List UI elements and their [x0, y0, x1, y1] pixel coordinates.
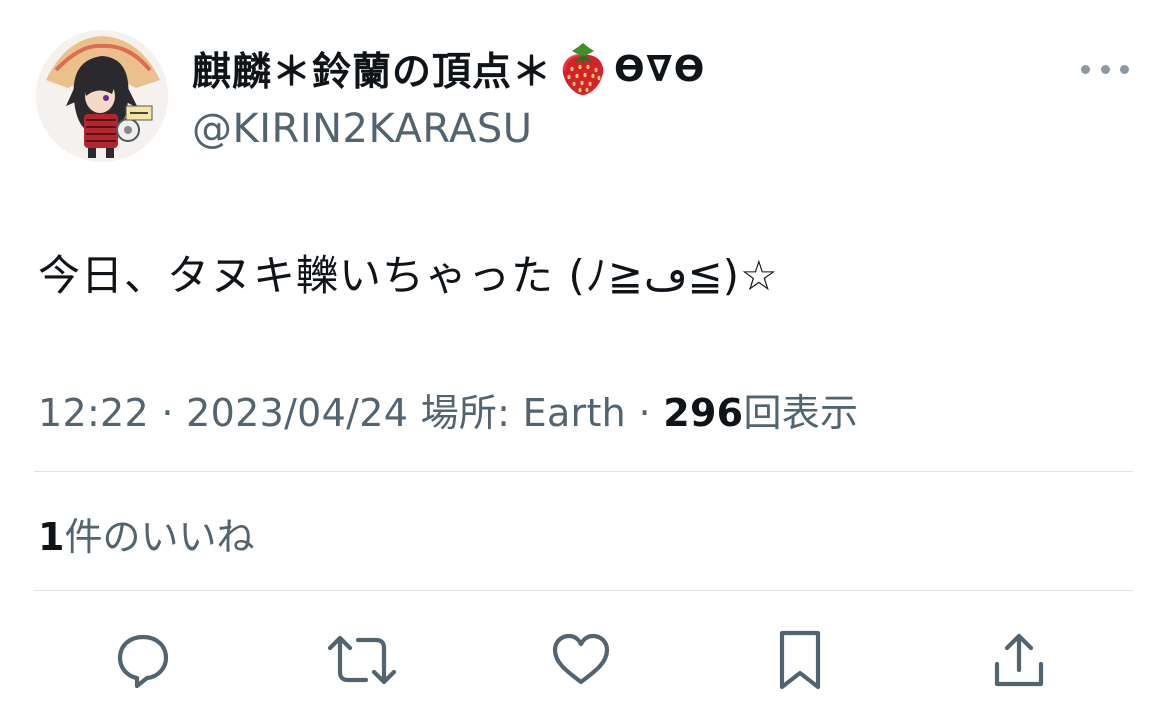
likes-summary[interactable]: 1件のいいね: [38, 506, 254, 561]
reply-icon: [117, 634, 169, 689]
tweet-time[interactable]: 12:22: [38, 391, 149, 435]
user-names[interactable]: 麒麟＊鈴蘭の頂点＊ ϴ∇ϴ @KIRIN2KARASU: [192, 36, 706, 152]
display-name: 麒麟＊鈴蘭の頂点＊ ϴ∇ϴ: [192, 36, 706, 102]
more-options-icon[interactable]: [1081, 56, 1129, 82]
tweet-detail: 麒麟＊鈴蘭の頂点＊ ϴ∇ϴ @KIRIN2KARASU 今日、タヌキ轢いちゃった…: [0, 0, 1169, 715]
like-button[interactable]: [541, 620, 621, 700]
share-icon: [994, 633, 1044, 687]
dot-icon: [1081, 64, 1090, 74]
heart-icon: [552, 633, 610, 685]
tweet-date[interactable]: 2023/04/24: [186, 391, 408, 435]
display-name-suffix: ϴ∇ϴ: [614, 48, 707, 90]
tweet-text: 今日、タヌキ轢いちゃった (ﾉ≧ڡ≦)☆: [38, 251, 779, 300]
meta-separator: ·: [149, 391, 187, 435]
avatar-image: [36, 30, 168, 162]
views-count: 296: [663, 391, 744, 435]
bookmark-icon: [779, 630, 821, 690]
strawberry-emoji-icon: [558, 41, 608, 97]
retweet-button[interactable]: [322, 620, 402, 700]
reply-button[interactable]: [103, 620, 183, 700]
meta-separator: ·: [626, 391, 664, 435]
retweet-icon: [327, 635, 397, 685]
action-bar: [0, 620, 1169, 700]
dot-icon: [1100, 64, 1110, 74]
divider: [34, 471, 1133, 472]
avatar[interactable]: [36, 30, 168, 162]
tweet-meta: 12:22 · 2023/04/24 場所: Earth · 296回表示: [38, 382, 858, 437]
user-handle: @KIRIN2KARASU: [192, 106, 533, 152]
views-label: 回表示: [743, 391, 859, 435]
display-name-text: 麒麟＊鈴蘭の頂点＊: [192, 50, 553, 95]
divider: [34, 590, 1133, 591]
share-button[interactable]: [979, 620, 1059, 700]
dot-icon: [1120, 64, 1129, 74]
likes-count: 1: [38, 515, 65, 559]
likes-label: 件のいいね: [64, 515, 255, 559]
bookmark-button[interactable]: [760, 620, 840, 700]
tweet-location: 場所: Earth: [408, 391, 627, 435]
